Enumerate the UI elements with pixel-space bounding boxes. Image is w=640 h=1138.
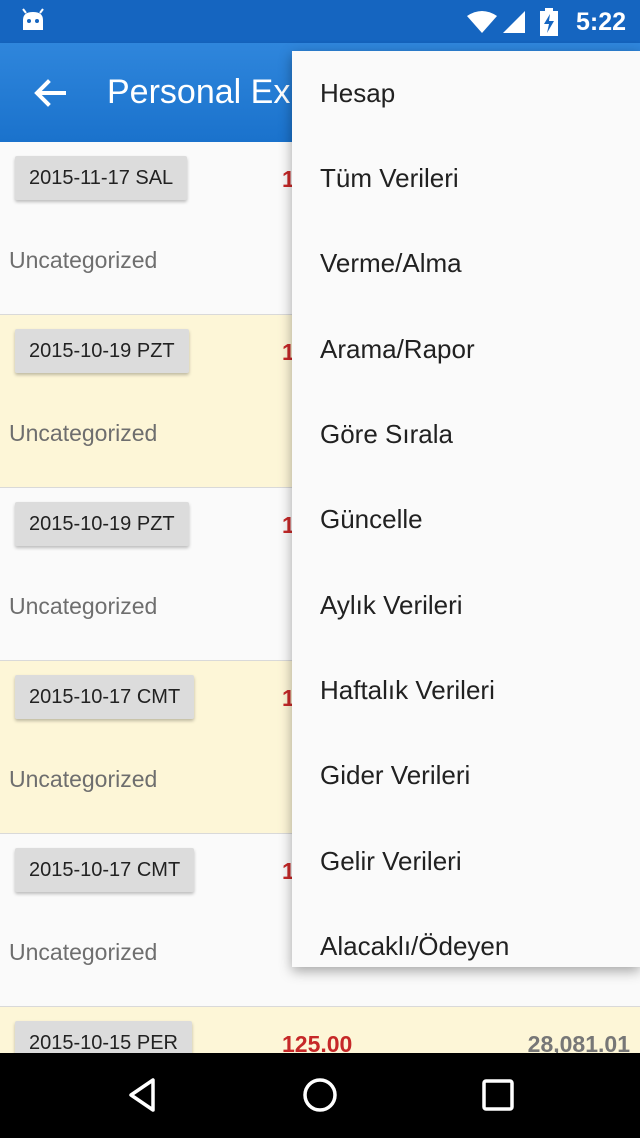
back-triangle-icon[interactable] [123, 1075, 163, 1115]
battery-charging-icon [540, 8, 558, 36]
date-button[interactable]: 2015-10-15 PER [15, 1021, 192, 1053]
menu-item-aylik-verileri[interactable]: Aylık Verileri [292, 563, 640, 648]
signal-icon [503, 11, 525, 33]
overflow-menu: Hesap Tüm Verileri Verme/Alma Arama/Rapo… [292, 51, 640, 967]
status-clock: 5:22 [576, 8, 627, 36]
status-bar: 5:22 [0, 0, 640, 43]
menu-item-guncelle[interactable]: Güncelle [292, 477, 640, 562]
wifi-icon [467, 11, 497, 33]
category-label: Uncategorized [9, 593, 158, 619]
menu-item-tum-verileri[interactable]: Tüm Verileri [292, 136, 640, 221]
navigation-bar [0, 1053, 640, 1138]
android-icon [22, 8, 44, 30]
date-button[interactable]: 2015-10-17 CMT [15, 675, 195, 719]
page-title: Personal Ex [107, 73, 291, 111]
menu-item-haftalik-verileri[interactable]: Haftalık Verileri [292, 648, 640, 733]
category-label: Uncategorized [9, 247, 158, 273]
balance-value: 28,081.01 [527, 1031, 630, 1053]
category-label: Uncategorized [9, 420, 158, 446]
category-label: Uncategorized [9, 939, 158, 965]
recents-square-icon[interactable] [478, 1075, 518, 1115]
menu-item-gore-sirala[interactable]: Göre Sırala [292, 392, 640, 477]
menu-item-gider-verileri[interactable]: Gider Verileri [292, 733, 640, 818]
list-item[interactable]: 2015-10-15 PER 125.00 28,081.01 [0, 1007, 640, 1053]
menu-item-verme-alma[interactable]: Verme/Alma [292, 221, 640, 306]
date-button[interactable]: 2015-11-17 SAL [15, 156, 188, 200]
date-button[interactable]: 2015-10-17 CMT [15, 848, 195, 892]
menu-item-alacakli-odeyen[interactable]: Alacaklı/Ödeyen [292, 904, 640, 967]
category-label: Uncategorized [9, 766, 158, 792]
date-button[interactable]: 2015-10-19 PZT [15, 502, 189, 546]
menu-item-hesap[interactable]: Hesap [292, 51, 640, 136]
back-arrow-icon[interactable] [30, 73, 70, 113]
date-button[interactable]: 2015-10-19 PZT [15, 329, 189, 373]
amount-value: 125.00 [282, 1031, 353, 1053]
home-circle-icon[interactable] [300, 1075, 340, 1115]
menu-item-arama-rapor[interactable]: Arama/Rapor [292, 307, 640, 392]
menu-item-gelir-verileri[interactable]: Gelir Verileri [292, 819, 640, 904]
